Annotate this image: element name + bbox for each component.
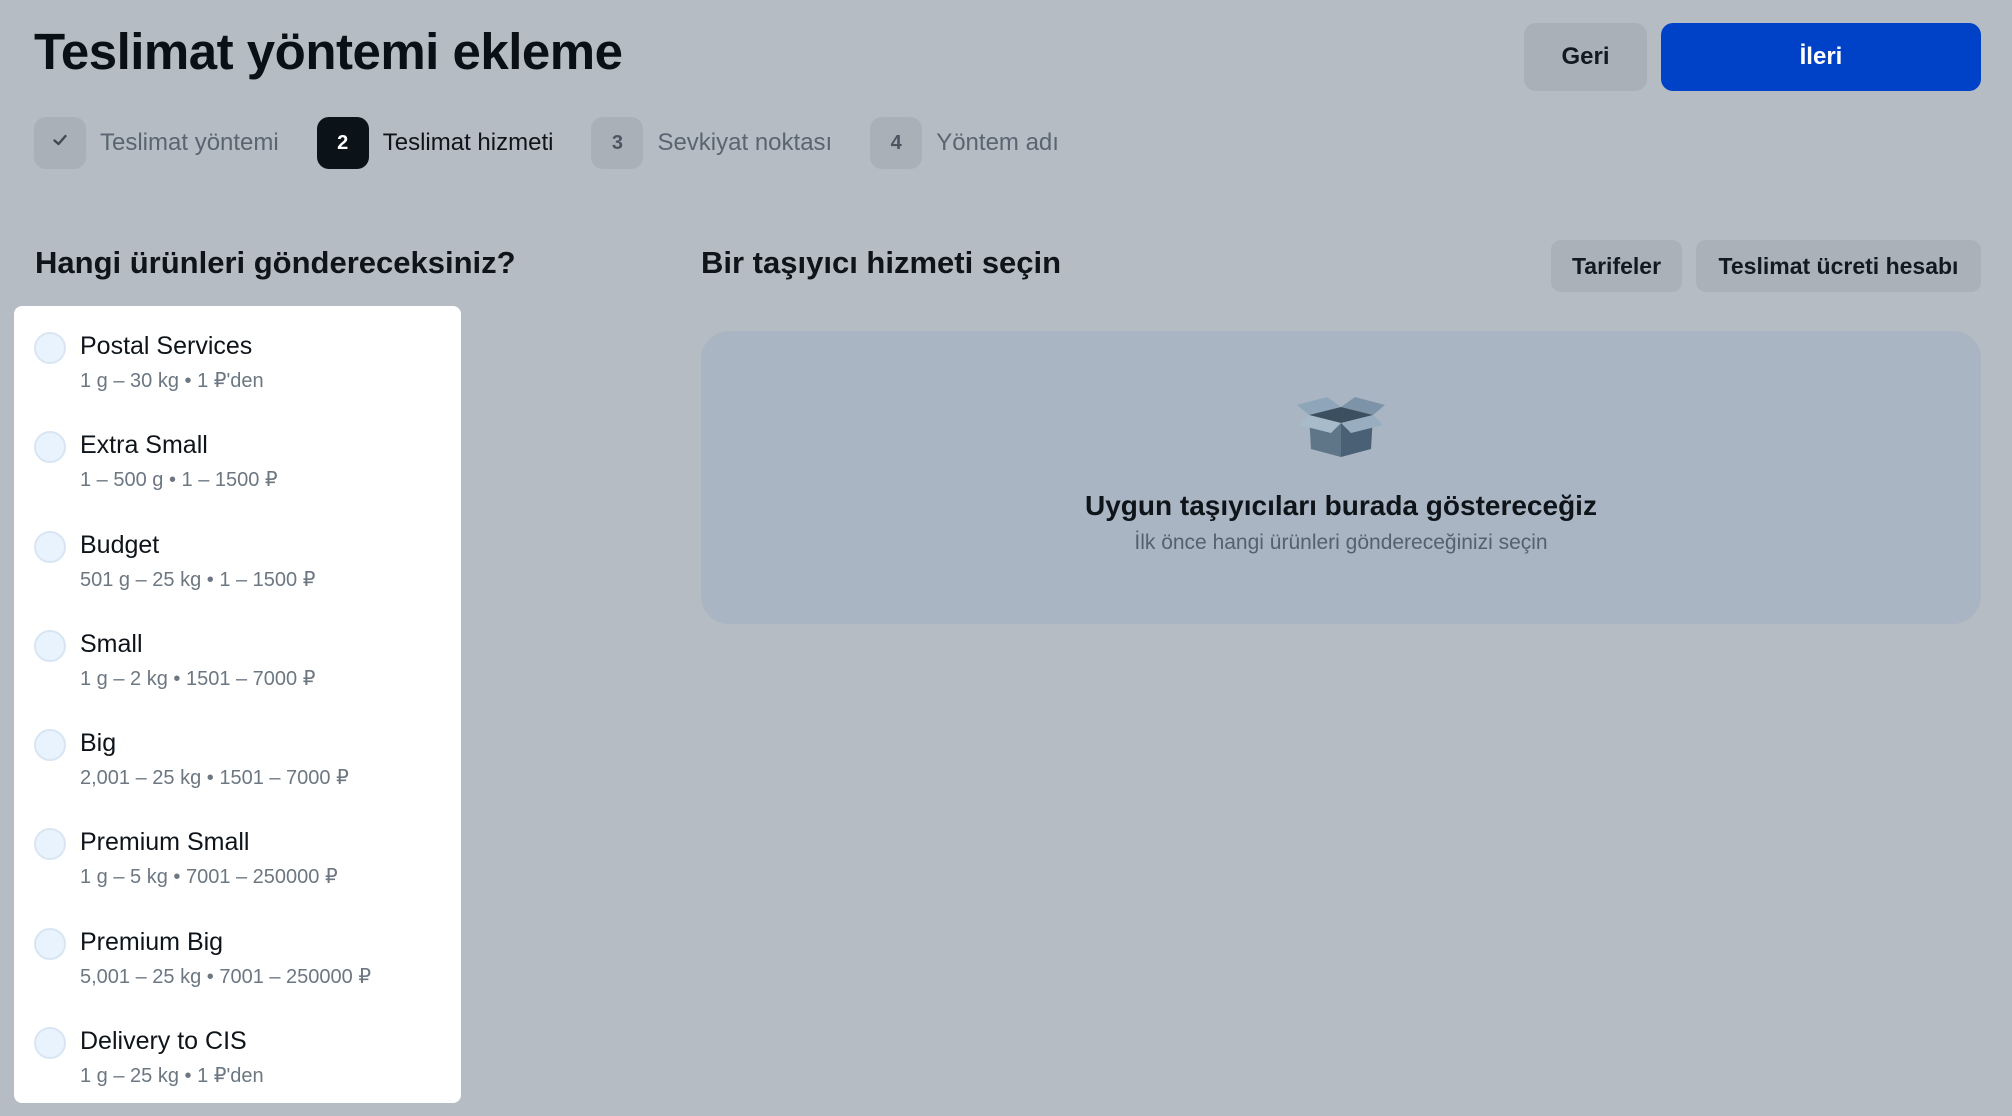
product-item-extra-small[interactable]: Extra Small 1 – 500 g • 1 – 1500 ₽ (14, 405, 461, 495)
back-button[interactable]: Geri (1524, 23, 1647, 91)
product-item-premium-small[interactable]: Premium Small 1 g – 5 kg • 7001 – 250000… (14, 802, 461, 892)
product-list: Postal Services 1 g – 30 kg • 1 ₽'den Ex… (14, 306, 461, 1103)
step-label: Teslimat hizmeti (382, 129, 554, 156)
product-meta: 5,001 – 25 kg • 7001 – 250000 ₽ (80, 966, 372, 988)
step-label: Yöntem adı (936, 129, 1059, 156)
product-name: Premium Big (80, 928, 224, 956)
step-label: Sevkiyat noktası (657, 129, 833, 156)
product-name: Postal Services (80, 332, 253, 360)
product-meta: 2,001 – 25 kg • 1501 – 7000 ₽ (80, 767, 349, 789)
product-name: Budget (80, 531, 160, 559)
page-title: Teslimat yöntemi ekleme (34, 23, 623, 80)
check-icon (51, 131, 69, 155)
stepper: Teslimat yöntemi 2 Teslimat hizmeti 3 Se… (34, 117, 1097, 169)
step-badge: 3 (591, 117, 644, 169)
radio-button[interactable] (34, 729, 66, 761)
delivery-cost-calc-button[interactable]: Teslimat ücreti hesabı (1696, 240, 1981, 292)
product-item-budget[interactable]: Budget 501 g – 25 kg • 1 – 1500 ₽ (14, 505, 461, 595)
step-badge: 4 (870, 117, 923, 169)
page: Teslimat yöntemi ekleme Geri İleri Tesli… (0, 0, 2012, 1116)
step-badge-done (34, 117, 86, 169)
radio-button[interactable] (34, 828, 66, 860)
step-badge-active: 2 (316, 117, 369, 169)
radio-button[interactable] (34, 1027, 66, 1059)
product-name: Big (80, 729, 117, 757)
box-icon (1295, 393, 1387, 459)
product-name: Delivery to CIS (80, 1027, 247, 1055)
radio-button[interactable] (34, 431, 66, 463)
radio-button[interactable] (34, 531, 66, 563)
product-meta: 1 – 500 g • 1 – 1500 ₽ (80, 469, 278, 491)
step-label: Teslimat yöntemi (100, 129, 279, 156)
product-item-postal-services[interactable]: Postal Services 1 g – 30 kg • 1 ₽'den (14, 306, 461, 396)
product-item-small[interactable]: Small 1 g – 2 kg • 1501 – 7000 ₽ (14, 604, 461, 694)
carrier-section-title: Bir taşıyıcı hizmeti seçin (701, 245, 1062, 280)
empty-state-subtitle: İlk önce hangi ürünleri göndereceğinizi … (1134, 531, 1548, 554)
product-meta: 1 g – 30 kg • 1 ₽'den (80, 370, 264, 392)
product-meta: 1 g – 25 kg • 1 ₽'den (80, 1065, 264, 1087)
product-name: Premium Small (80, 828, 250, 856)
carrier-empty-state: Uygun taşıyıcıları burada göstereceğiz İ… (701, 331, 1981, 624)
product-item-delivery-to-cis[interactable]: Delivery to CIS 1 g – 25 kg • 1 ₽'den (14, 1001, 461, 1091)
step-delivery-method[interactable]: Teslimat yöntemi (34, 117, 279, 169)
product-name: Extra Small (80, 431, 208, 459)
next-button[interactable]: İleri (1661, 23, 1981, 91)
step-delivery-service[interactable]: 2 Teslimat hizmeti (316, 117, 554, 169)
product-meta: 501 g – 25 kg • 1 – 1500 ₽ (80, 569, 316, 591)
step-shipping-point[interactable]: 3 Sevkiyat noktası (591, 117, 832, 169)
tariffs-button[interactable]: Tarifeler (1551, 240, 1682, 292)
step-method-name[interactable]: 4 Yöntem adı (870, 117, 1059, 169)
empty-state-title: Uygun taşıyıcıları burada göstereceğiz (1085, 490, 1597, 521)
radio-button[interactable] (34, 928, 66, 960)
product-item-big[interactable]: Big 2,001 – 25 kg • 1501 – 7000 ₽ (14, 703, 461, 793)
product-item-premium-big[interactable]: Premium Big 5,001 – 25 kg • 7001 – 25000… (14, 902, 461, 992)
products-section-title: Hangi ürünleri göndereceksiniz? (35, 245, 516, 280)
product-name: Small (80, 630, 143, 658)
product-meta: 1 g – 5 kg • 7001 – 250000 ₽ (80, 866, 338, 888)
product-meta: 1 g – 2 kg • 1501 – 7000 ₽ (80, 668, 316, 690)
radio-button[interactable] (34, 630, 66, 662)
radio-button[interactable] (34, 332, 66, 364)
